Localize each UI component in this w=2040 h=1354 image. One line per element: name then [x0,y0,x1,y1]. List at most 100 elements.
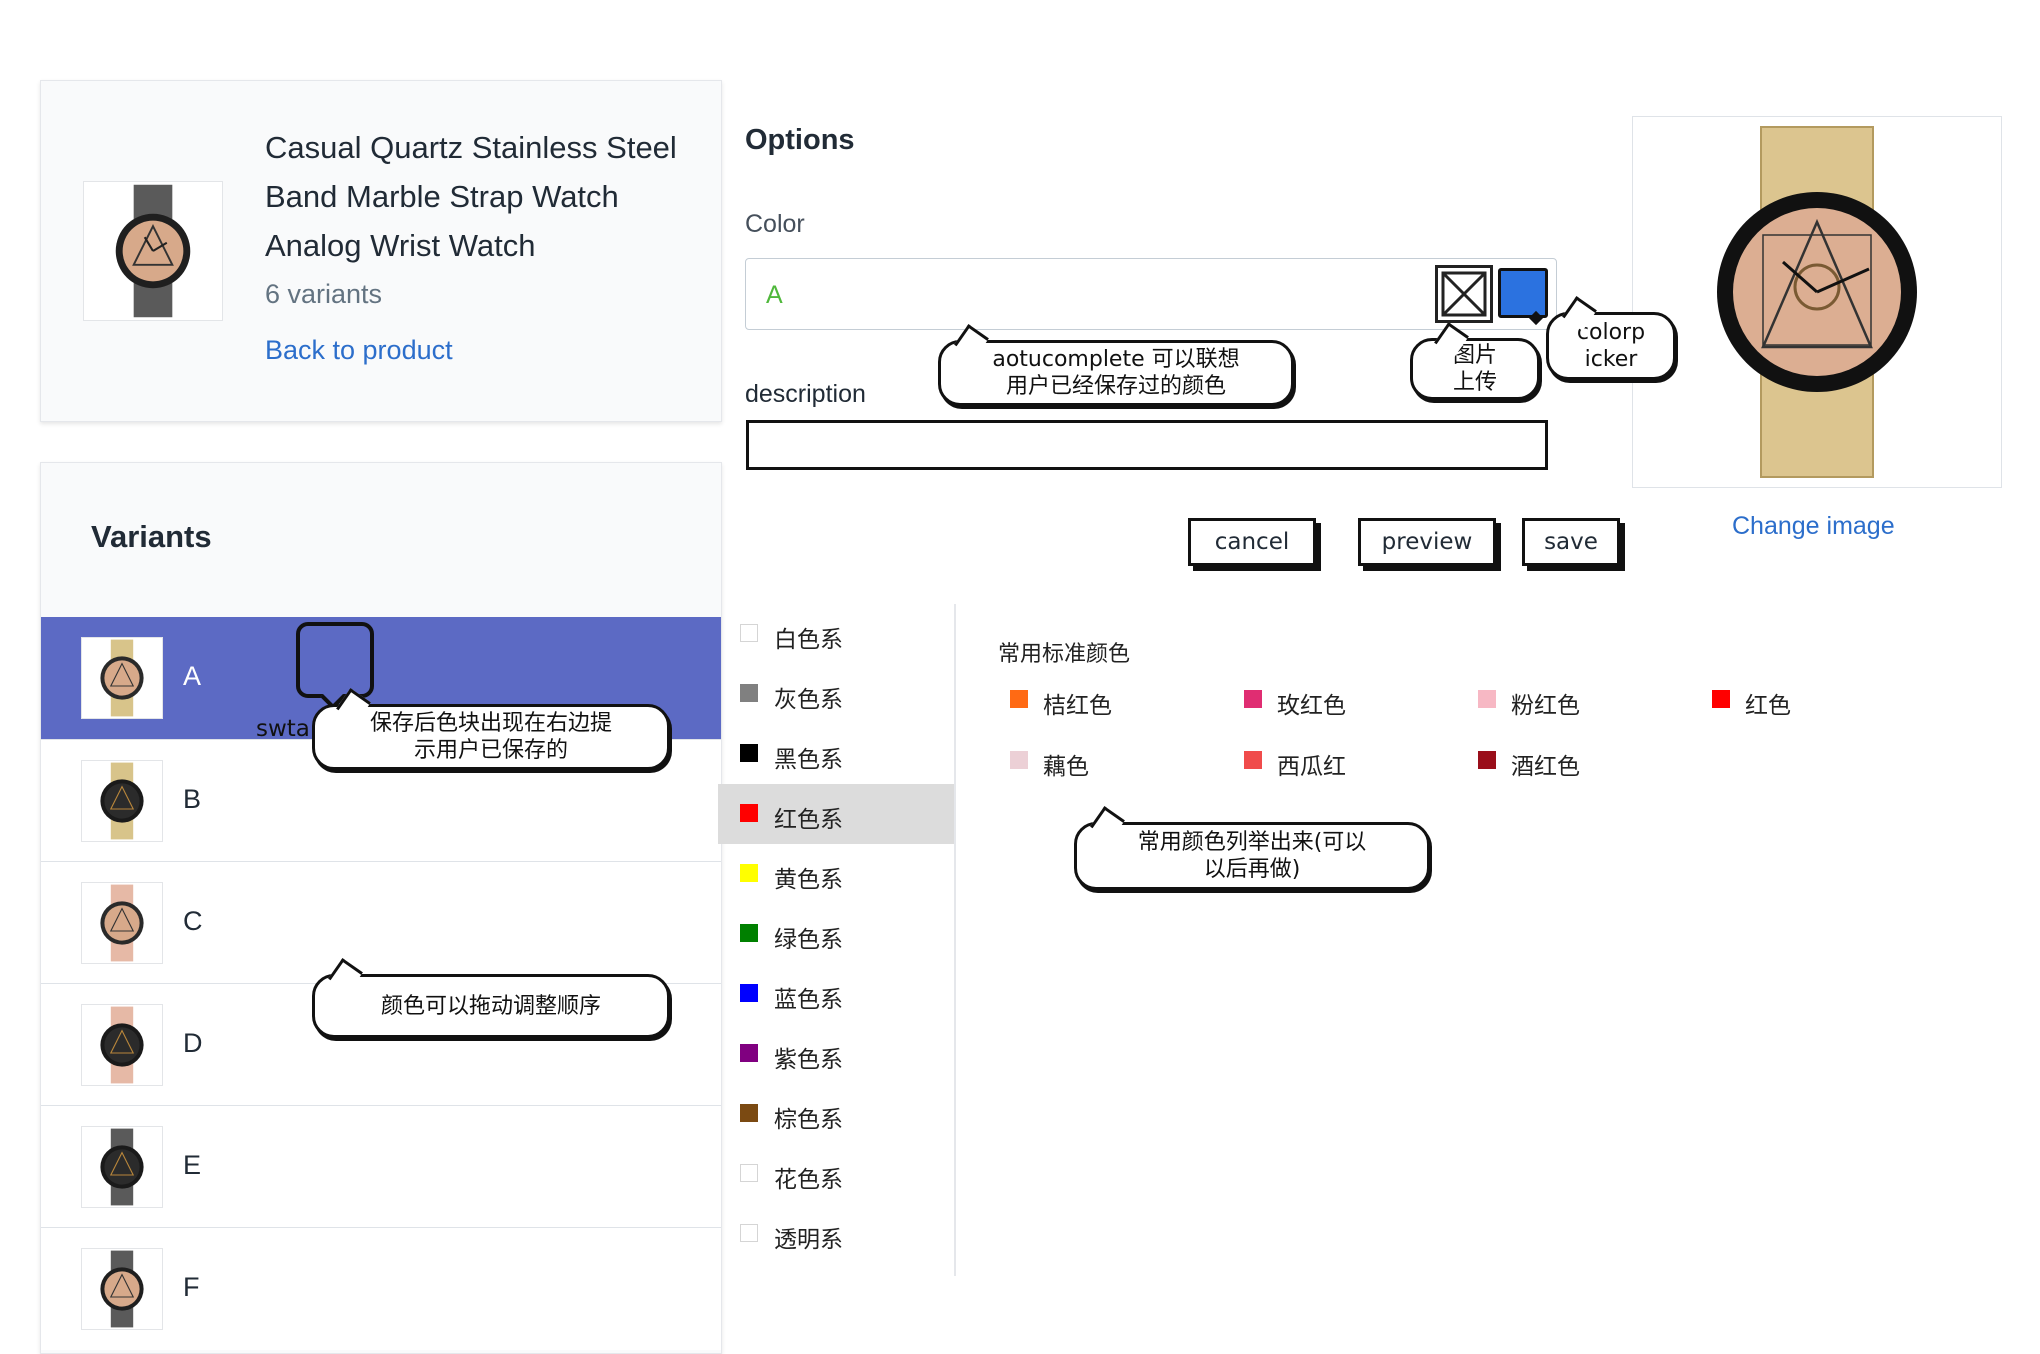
color-swatch [1010,690,1028,708]
preview-button[interactable]: preview [1358,518,1496,566]
standard-color-label: 粉红色 [1511,692,1580,718]
swatch-label: swta [256,716,310,742]
drag-order-note: 颜色可以拖动调整顺序 [312,958,670,1038]
product-thumbnail [83,181,223,321]
product-title: Casual Quartz Stainless Steel Band Marbl… [265,130,677,263]
variant-row-c[interactable]: C [41,861,721,984]
saved-swatch-note: 保存后色块出现在右边提 示用户已保存的 [312,688,670,770]
color-family-label: 绿色系 [774,926,843,952]
color-input-value: A [766,281,783,309]
description-input[interactable] [746,420,1548,470]
color-swatch [1478,690,1496,708]
cancel-button[interactable]: cancel [1188,518,1316,566]
color-family-label: 透明系 [774,1226,843,1252]
variant-name: C [183,906,203,936]
color-swatch [740,1044,758,1062]
standard-color-label: 玫红色 [1277,692,1346,718]
description-label: description [745,380,866,408]
change-image-link[interactable]: Change image [1732,512,1895,541]
color-family-label: 棕色系 [774,1106,843,1132]
color-swatch [740,624,758,642]
color-family-label: 黄色系 [774,866,843,892]
color-swatch [740,744,758,762]
note-line: icker [1584,347,1638,372]
note-line: 颜色可以拖动调整顺序 [380,993,601,1019]
color-swatch [1712,690,1730,708]
color-swatch [740,684,758,702]
common-colors-note: 常用颜色列举出来(可以 以后再做) [1074,806,1430,890]
note-line: aotucomplete 可以联想 [992,347,1240,372]
color-family-red[interactable]: 红色系 [718,784,954,844]
variants-card: Variants A B C D E F [40,462,722,1354]
autocomplete-note: aotucomplete 可以联想 用户已经保存过的颜色 [938,324,1294,406]
color-family-green[interactable]: 绿色系 [718,904,954,964]
color-family-label: 花色系 [774,1166,843,1192]
color-picker-swatch[interactable] [1498,268,1548,318]
color-family-white[interactable]: 白色系 [718,604,954,664]
variant-thumbnail [81,1004,163,1086]
color-family-blue[interactable]: 蓝色系 [718,964,954,1024]
variant-thumbnail [81,882,163,964]
note-line: 用户已经保存过的颜色 [1005,374,1226,399]
color-family-label: 黑色系 [774,746,843,772]
color-family-black[interactable]: 黑色系 [718,724,954,784]
options-title: Options [745,124,855,156]
save-button[interactable]: save [1522,518,1620,566]
variant-name: E [183,1150,202,1180]
color-family-purple[interactable]: 紫色系 [718,1024,954,1084]
note-line: 上传 [1452,370,1497,395]
variant-name: F [183,1272,200,1302]
variant-thumbnail [81,637,163,719]
standard-colors-title: 常用标准颜色 [998,641,1131,666]
color-swatch [740,804,758,822]
image-placeholder-icon [1441,271,1487,317]
variant-preview-image [1632,116,2002,488]
color-family-brown[interactable]: 棕色系 [718,1084,954,1144]
variant-thumbnail [81,760,163,842]
color-swatch [740,984,758,1002]
variant-thumbnail [81,1126,163,1208]
standard-color-label: 西瓜红 [1277,753,1346,779]
image-upload-note: 图片 上传 [1410,322,1540,400]
color-family-label: 灰色系 [774,686,843,712]
colorpicker-note: colorp icker [1546,296,1676,380]
variant-row-e[interactable]: E [41,1105,721,1228]
back-to-product-link[interactable]: Back to product [265,335,453,366]
color-swatch [740,1224,758,1242]
variant-count: 6 variants [265,279,383,309]
color-swatch [740,864,758,882]
standard-color-label: 桔红色 [1043,692,1112,718]
product-card: Casual Quartz Stainless Steel Band Marbl… [40,80,722,422]
color-family-pattern[interactable]: 花色系 [718,1144,954,1204]
saved-color-swatch[interactable] [296,622,374,698]
note-line: 常用颜色列举出来(可以 [1137,830,1367,855]
standard-color-label: 酒红色 [1511,753,1580,779]
color-swatch [740,1104,758,1122]
color-swatch [1478,751,1496,769]
color-swatch [1244,751,1262,769]
variant-thumbnail [81,1248,163,1330]
color-family-transparent[interactable]: 透明系 [718,1204,954,1264]
watch-image [1717,126,1917,478]
color-swatch [1244,690,1262,708]
note-line: 以后再做) [1203,857,1301,882]
standard-color-label: 红色 [1745,692,1791,718]
color-family-label: 紫色系 [774,1046,843,1072]
note-line: 示用户已保存的 [413,738,568,763]
color-family-label: 蓝色系 [774,986,843,1012]
image-upload-button[interactable] [1435,265,1493,323]
color-swatch [740,924,758,942]
color-label: Color [745,210,805,238]
color-swatch [1010,751,1028,769]
color-swatch [740,1164,758,1182]
variant-name: A [183,661,202,691]
variant-name: D [183,1028,203,1058]
watch-image [115,184,191,318]
variant-row-f[interactable]: F [41,1227,721,1350]
color-family-gray[interactable]: 灰色系 [718,664,954,724]
note-line: 保存后色块出现在右边提 [369,711,612,736]
variants-heading: Variants [91,519,212,554]
standard-color-label: 藕色 [1043,753,1089,779]
color-family-label: 红色系 [774,806,843,832]
color-family-yellow[interactable]: 黄色系 [718,844,954,904]
